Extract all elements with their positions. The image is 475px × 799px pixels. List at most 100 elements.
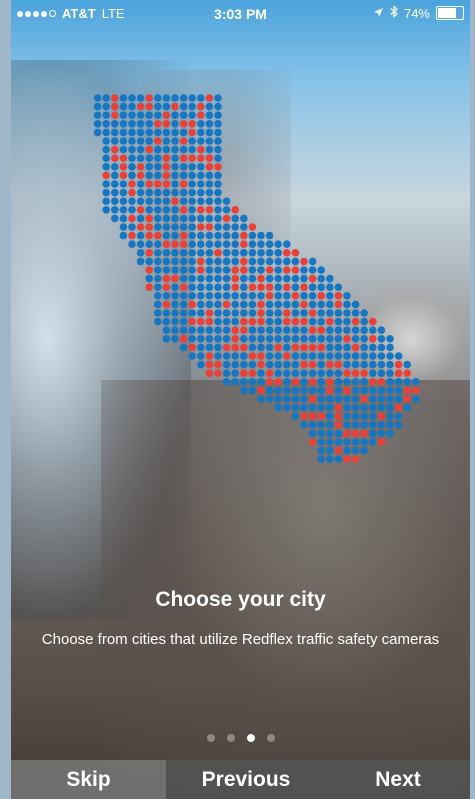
- map-dot: [283, 240, 291, 248]
- map-dot: [188, 171, 196, 180]
- map-dot: [179, 309, 188, 317]
- map-dot: [214, 240, 222, 248]
- map-dot: [240, 309, 248, 317]
- map-dot: [188, 266, 196, 274]
- map-dot: [128, 223, 136, 231]
- map-dot: [197, 317, 205, 326]
- map-dot: [179, 188, 188, 197]
- map-dot: [171, 145, 179, 154]
- previous-button[interactable]: Previous: [166, 760, 326, 799]
- map-dot: [403, 395, 412, 403]
- map-dot: [326, 309, 334, 317]
- map-dot: [214, 188, 222, 197]
- map-dot: [154, 128, 162, 137]
- map-dot: [326, 438, 334, 446]
- map-dot: [162, 257, 171, 266]
- map-dot: [240, 257, 248, 266]
- map-dot: [240, 274, 248, 283]
- map-dot: [300, 378, 308, 386]
- map-dot: [394, 421, 403, 429]
- map-dot: [231, 206, 239, 214]
- map-dot: [326, 446, 334, 455]
- map-dot: [102, 206, 110, 214]
- map-dot: [214, 180, 222, 188]
- map-dot: [386, 343, 394, 352]
- map-dot: [283, 266, 291, 274]
- map-dot: [154, 137, 162, 145]
- map-dot: [317, 317, 326, 326]
- map-dot: [205, 257, 214, 266]
- map-dot: [300, 421, 308, 429]
- map-dot: [205, 197, 214, 205]
- map-dot: [197, 128, 205, 137]
- map-dot: [265, 283, 274, 292]
- map-dot: [257, 231, 265, 240]
- map-dot: [274, 395, 283, 403]
- map-dot: [283, 360, 291, 369]
- map-dot: [377, 369, 386, 378]
- map-dot: [162, 249, 171, 257]
- map-dot: [343, 326, 351, 335]
- map-dot: [257, 326, 265, 335]
- map-dot: [171, 102, 179, 111]
- map-dot: [334, 395, 343, 403]
- map-dot: [334, 317, 343, 326]
- map-dot: [360, 352, 369, 360]
- map-dot: [222, 309, 231, 317]
- map-dot: [214, 317, 222, 326]
- map-dot: [136, 206, 145, 214]
- map-dot: [188, 343, 196, 352]
- map-dot: [231, 378, 239, 386]
- map-dot: [291, 403, 300, 412]
- map-dot: [377, 343, 386, 352]
- map-dot: [162, 326, 171, 335]
- map-dot: [154, 309, 162, 317]
- map-dot: [93, 128, 102, 137]
- map-dot: [171, 214, 179, 223]
- map-dot: [334, 403, 343, 412]
- map-dot: [231, 317, 239, 326]
- map-dot: [188, 206, 196, 214]
- map-dot: [308, 421, 317, 429]
- map-dot: [154, 283, 162, 292]
- map-dot: [102, 102, 110, 111]
- device-frame-left: [0, 0, 11, 799]
- map-dot: [240, 300, 248, 309]
- map-dot: [205, 94, 214, 102]
- map-dot: [145, 214, 153, 223]
- map-dot: [214, 154, 222, 162]
- map-dot: [351, 378, 360, 386]
- map-dot: [343, 292, 351, 300]
- map-dot: [334, 360, 343, 369]
- map-dot: [179, 326, 188, 335]
- map-dot: [188, 309, 196, 317]
- map-dot: [145, 249, 153, 257]
- map-dot: [351, 421, 360, 429]
- map-dot: [265, 352, 274, 360]
- map-dot: [214, 94, 222, 102]
- map-dot: [265, 309, 274, 317]
- map-dot: [136, 249, 145, 257]
- map-dot: [188, 274, 196, 283]
- map-dot: [145, 120, 153, 128]
- map-dot: [300, 317, 308, 326]
- map-dot: [214, 343, 222, 352]
- map-dot: [171, 94, 179, 102]
- map-dot: [197, 326, 205, 335]
- map-dot: [291, 274, 300, 283]
- map-dot: [162, 274, 171, 283]
- map-dot: [308, 335, 317, 343]
- map-dot: [119, 188, 128, 197]
- map-dot: [154, 223, 162, 231]
- map-dot: [369, 378, 377, 386]
- next-button[interactable]: Next: [326, 760, 470, 799]
- map-dot: [257, 386, 265, 395]
- skip-button[interactable]: Skip: [11, 760, 166, 799]
- map-dot: [197, 309, 205, 317]
- map-dot: [111, 102, 119, 111]
- map-dot: [369, 421, 377, 429]
- map-dot: [343, 395, 351, 403]
- map-dot: [111, 154, 119, 162]
- map-dot: [351, 326, 360, 335]
- map-dot: [265, 317, 274, 326]
